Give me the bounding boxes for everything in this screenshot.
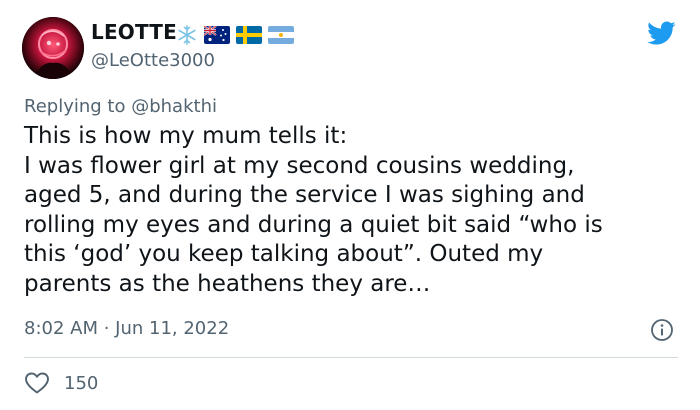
tweet-body-line: This is how my mum tells it:: [24, 123, 348, 149]
tweet-body-line: parents as the heathens they are…: [24, 270, 431, 297]
twitter-bird-icon[interactable]: [644, 18, 678, 48]
info-icon[interactable]: [650, 318, 674, 342]
tweet-body-line: this ‘god’ you keep talking about”. Oute…: [24, 241, 544, 267]
display-name[interactable]: LEOTTE: [91, 20, 177, 44]
name-emoji-group: [176, 22, 294, 48]
timestamp[interactable]: 8:02 AM · Jun 11, 2022: [24, 318, 229, 339]
replying-to-line: Replying to @bhakthi: [24, 96, 217, 117]
tweet-body-line: aged 5, and during the service I was sig…: [24, 182, 585, 208]
tweet-card: LEOTTE @LeOtte3000 Replying to @bhakthi …: [0, 0, 700, 410]
replying-prefix: Replying to: [24, 96, 126, 117]
avatar[interactable]: [22, 17, 84, 79]
heart-icon[interactable]: [24, 371, 50, 395]
snowflake-icon: [178, 25, 196, 45]
tweet-body: This is how my mum tells it: I was flowe…: [24, 122, 684, 299]
tweet-body-line: I was flower girl at my second cousins w…: [24, 152, 575, 179]
sweden-flag-icon: [236, 26, 262, 44]
australia-flag-icon: [204, 26, 230, 44]
like-action[interactable]: 150: [24, 370, 98, 396]
tweet-body-line: rolling my eyes and during a quiet bit s…: [24, 211, 603, 238]
handle[interactable]: @LeOtte3000: [91, 50, 215, 71]
replying-to-mention[interactable]: @bhakthi: [131, 96, 217, 117]
argentina-flag-icon: [268, 26, 294, 44]
divider: [24, 357, 678, 358]
like-count: 150: [64, 372, 99, 394]
